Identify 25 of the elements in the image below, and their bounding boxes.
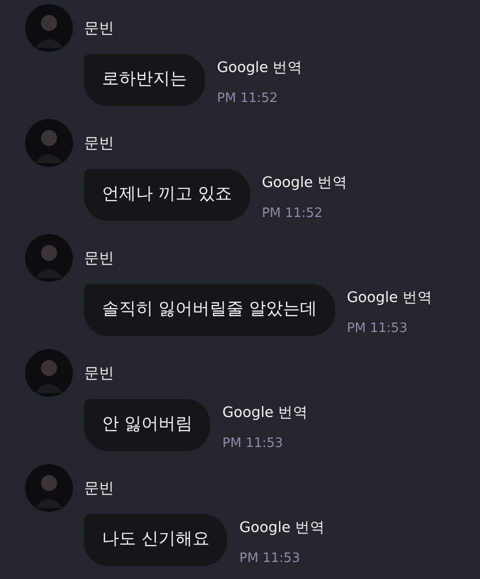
timestamp: PM 11:52 [262, 204, 324, 223]
timestamp: PM 11:53 [346, 320, 408, 338]
sender-name: 문빈 [84, 478, 114, 499]
avatar [25, 4, 73, 52]
timestamp: PM 11:52 [217, 90, 279, 108]
message-bubble: 솔직히 잃어버릴줄 알았는데 [84, 284, 335, 336]
translate-link[interactable]: Google 번역 [217, 58, 303, 80]
sender-name: 문빈 [84, 362, 114, 384]
translate-link[interactable]: Google 번역 [346, 288, 433, 310]
message-bubble: 언제나 끼고 있죠 [84, 169, 250, 221]
timestamp: PM 11:53 [222, 434, 284, 453]
timestamp: PM 11:53 [239, 550, 302, 568]
avatar [25, 119, 73, 167]
avatar [25, 464, 73, 512]
sender-name: 문빈 [84, 248, 114, 269]
message-bubble: 나도 신기해요 [84, 514, 228, 566]
translate-link[interactable]: Google 번역 [239, 518, 326, 540]
avatar [25, 234, 73, 282]
message-bubble: 로하반지는 [84, 54, 205, 106]
message-bubble: 안 잃어버림 [84, 399, 210, 451]
translate-link[interactable]: Google 번역 [262, 173, 348, 195]
translate-link[interactable]: Google 번역 [222, 403, 308, 425]
sender-name: 문빈 [84, 18, 114, 39]
sender-name: 문빈 [84, 132, 114, 154]
avatar [25, 349, 73, 397]
